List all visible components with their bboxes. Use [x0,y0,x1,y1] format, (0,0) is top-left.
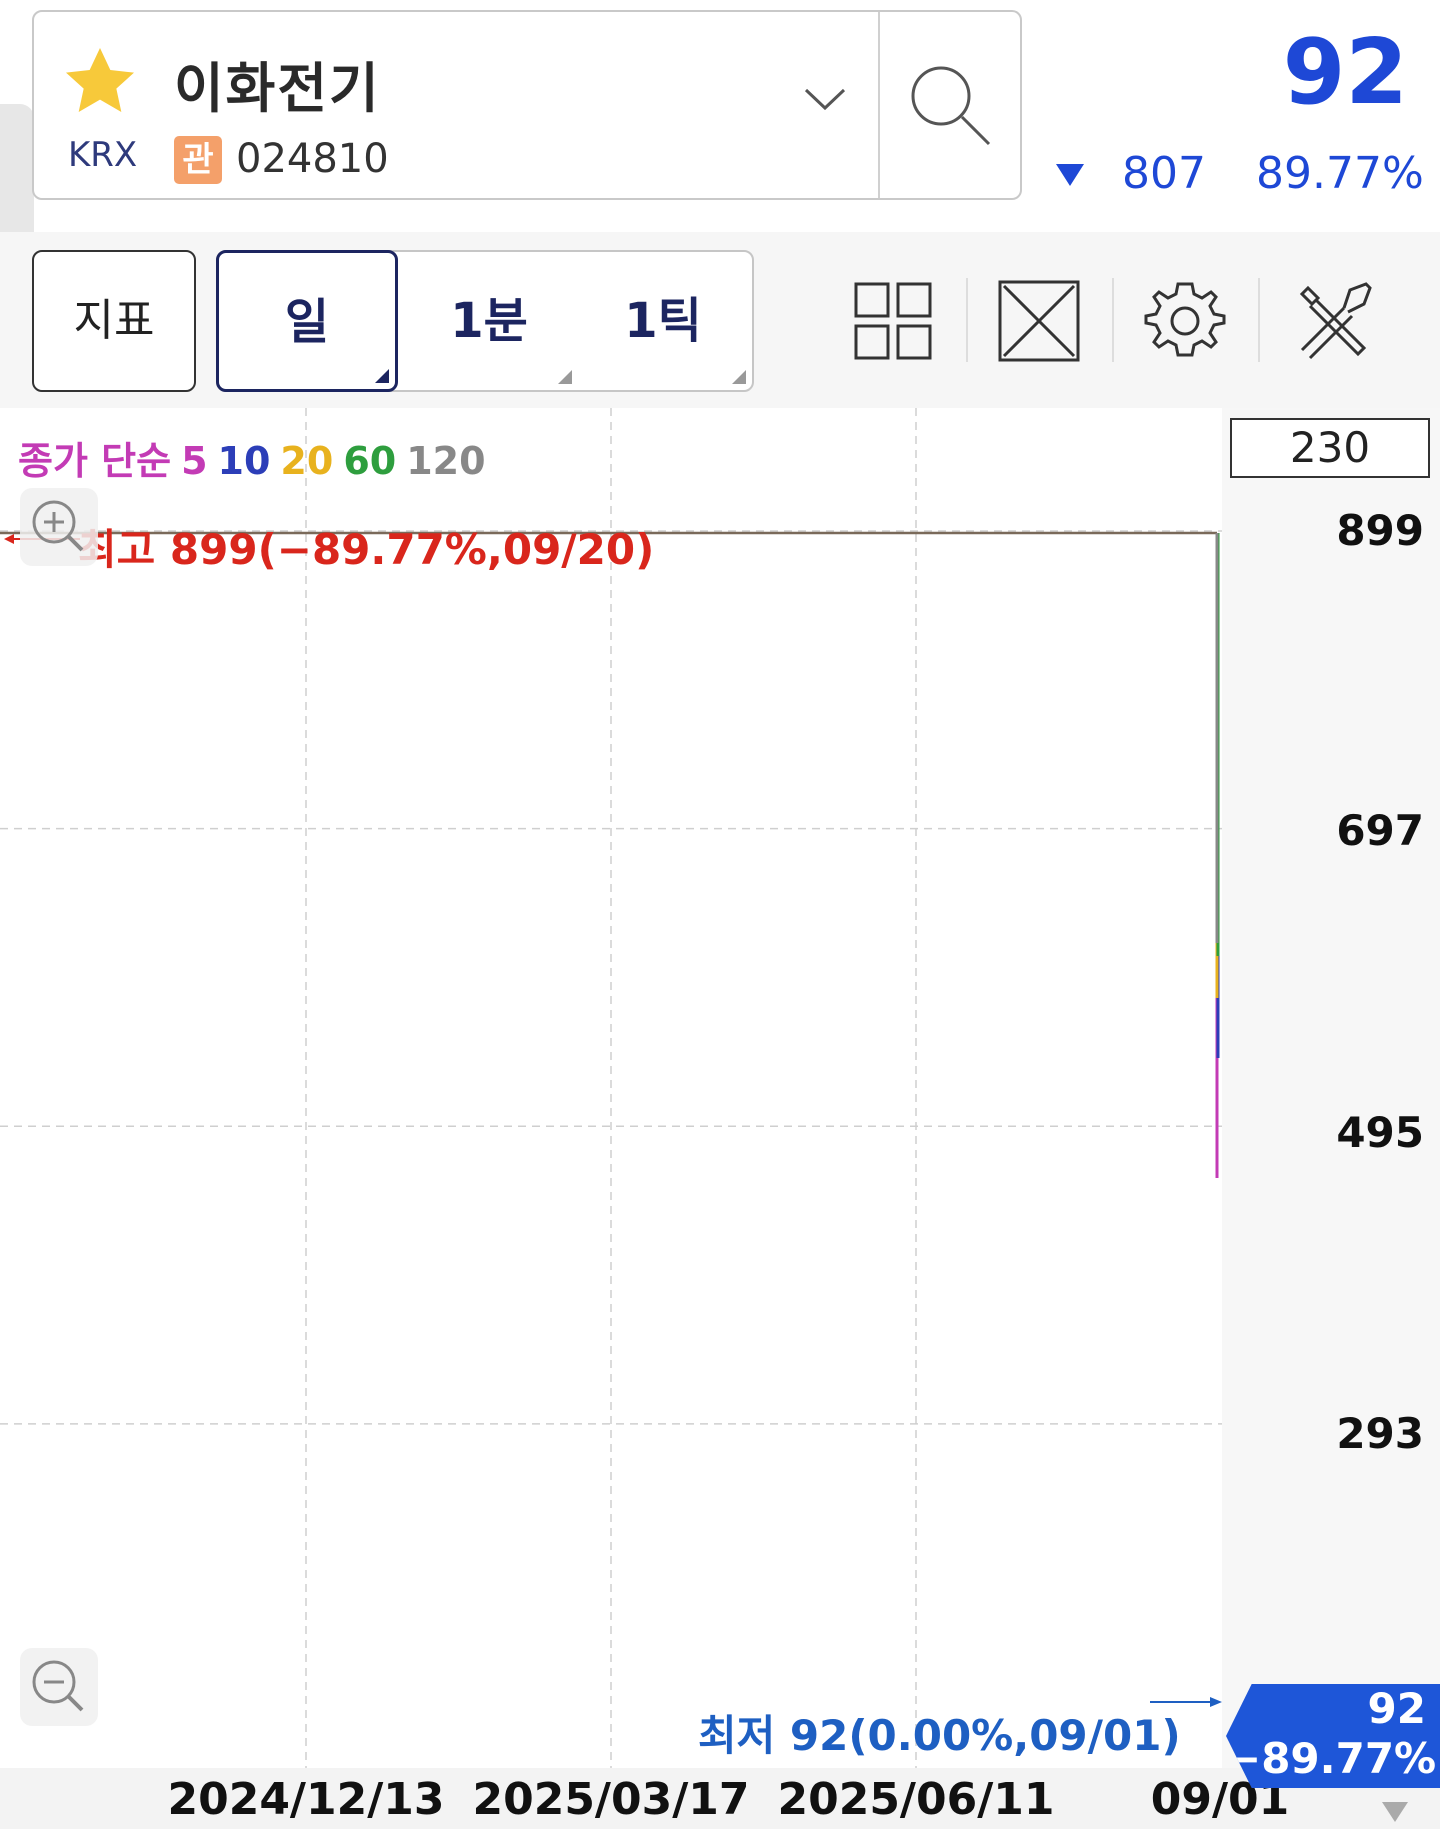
low-annotation: 최저 92(0.00%,09/01) [698,1711,1181,1760]
period-label: 일 [284,294,330,350]
divider [1112,278,1114,362]
period-label: 1분 [450,293,528,349]
y-tick: 697 [1336,806,1424,855]
settings-gear-icon[interactable] [1140,276,1230,366]
layout-grid-icon[interactable] [848,276,938,366]
legend-ma5: 5 [181,439,208,483]
zoom-out-button[interactable] [20,1648,98,1726]
price-change-rate: 89.77% [1256,148,1424,199]
divider [878,12,880,198]
zoom-in-icon [32,500,84,552]
period-selector: 일 1분 1틱 [216,250,754,392]
legend-ma20: 20 [280,439,334,483]
zoom-out-icon [32,1660,84,1712]
y-tick: 899 [1336,506,1424,555]
market-label: KRX [68,135,138,175]
x-tick: 2025/06/11 [777,1774,1055,1825]
current-price: 92 [1282,20,1408,125]
period-label: 1틱 [624,293,702,349]
legend-label: 종가 단순 [18,439,172,483]
stock-code: 024810 [236,136,389,182]
legend-ma60: 60 [343,439,397,483]
chevron-down-icon[interactable] [800,84,850,114]
top-value-box: 230 [1230,418,1430,478]
fullscreen-icon[interactable] [994,276,1084,366]
divider [1258,278,1260,362]
legend: 종가 단순 5 10 20 60 120 [18,430,496,485]
y-tick: 293 [1336,1409,1424,1458]
chart-canvas [0,408,1222,1768]
corner-triangle-icon [375,369,389,383]
x-tick: 2025/03/17 [472,1774,750,1825]
down-triangle-icon [1056,164,1084,186]
period-day-button[interactable]: 일 [216,250,398,392]
search-icon[interactable] [905,60,995,150]
scroll-down-icon[interactable] [1380,1798,1410,1824]
chart-toolbar: 지표 일 1분 1틱 [0,232,1440,408]
period-1min-button[interactable]: 1분 [400,252,578,390]
legend-ma120: 120 [406,439,486,483]
favorite-star-icon[interactable] [58,42,142,122]
high-marker-arrow [4,534,14,544]
high-annotation: 최고 899(−89.77%,09/20) [78,525,655,574]
indicator-button[interactable]: 지표 [32,250,196,392]
period-1tick-button[interactable]: 1틱 [574,252,752,390]
current-price-tag-rate: −89.77% [1226,1734,1437,1783]
y-tick: 495 [1336,1108,1424,1157]
divider [966,278,968,362]
price-change: 807 [1122,148,1206,199]
x-tick: 2024/12/13 [167,1774,445,1825]
warning-badge: 관 [174,136,222,184]
price-chart[interactable]: 종가 단순 5 10 20 60 120 230 899 697 495 293 2024… [0,408,1440,1829]
current-price-tag: 92 −89.77% [1226,1684,1440,1788]
chart-screen: 이화전기 KRX 관 024810 92 807 89.77% 지표 일 1분 … [0,0,1440,1829]
legend-ma10: 10 [217,439,271,483]
tools-icon[interactable] [1288,276,1378,366]
corner-triangle-icon [732,370,746,384]
current-price-tag-value: 92 [1367,1684,1426,1733]
corner-triangle-icon [558,370,572,384]
zoom-in-button[interactable] [20,488,98,566]
low-marker-arrow [1210,1697,1222,1707]
stock-name[interactable]: 이화전기 [174,44,381,123]
